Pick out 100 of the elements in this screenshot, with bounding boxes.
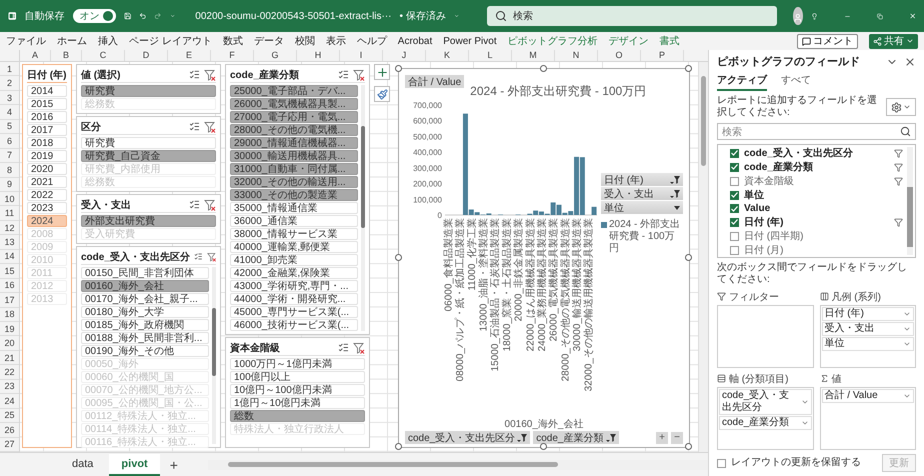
column-header[interactable]: E	[168, 50, 211, 61]
row-header[interactable]: 6	[0, 134, 19, 149]
column-header[interactable]: B	[51, 50, 82, 61]
row-header[interactable]: 16	[0, 278, 19, 294]
slicer-item[interactable]: 2017	[27, 124, 67, 136]
search-field[interactable]: 検索	[487, 6, 778, 26]
settings-button[interactable]	[886, 98, 916, 116]
row-header[interactable]: 22	[0, 365, 19, 380]
filter-dropdown-icon[interactable]	[606, 434, 616, 442]
row-header[interactable]: 11	[0, 206, 19, 221]
checkbox[interactable]	[730, 246, 739, 254]
scroll-bar[interactable]	[361, 85, 365, 331]
slicer-item[interactable]: 00150_民間_非営利団体	[81, 267, 209, 279]
ribbon-tab[interactable]: 挿入	[98, 34, 118, 48]
slicer-item[interactable]: 35000_情報通信業	[230, 202, 358, 214]
slicer-item[interactable]: 00160_海外_会社	[81, 280, 209, 292]
slicer-item[interactable]: 研究費	[81, 85, 216, 97]
ribbon-tab[interactable]: デザイン	[608, 34, 649, 48]
add-sheet-button[interactable]: +	[164, 456, 184, 472]
row-header[interactable]: 25	[0, 408, 19, 424]
row-header[interactable]: 1	[0, 62, 19, 76]
clear-filter-icon[interactable]	[204, 120, 216, 132]
column-header[interactable]: K	[426, 50, 469, 61]
sheet-tab[interactable]: pivot	[109, 454, 160, 476]
slicer-item[interactable]: 28000_その他の電気機...	[230, 124, 358, 136]
field-name[interactable]: 日付 (月)	[744, 243, 903, 257]
row-header[interactable]: 7	[0, 148, 19, 164]
multi-select-icon[interactable]	[189, 199, 200, 210]
area-field[interactable]: code_産業分類	[719, 416, 812, 430]
slicer-item[interactable]: 10億円～100億円未満	[230, 384, 365, 396]
search-field[interactable]: 検索	[717, 123, 916, 140]
row-header[interactable]: 18	[0, 308, 19, 322]
resize-handle[interactable]	[685, 65, 692, 72]
row-header[interactable]: 8	[0, 163, 19, 178]
multi-select-icon[interactable]	[189, 121, 200, 132]
row-header[interactable]: 9	[0, 178, 19, 192]
column-header[interactable]: J	[383, 50, 426, 61]
clear-filter-icon[interactable]	[353, 68, 365, 80]
area-field[interactable]: 受入・支出	[822, 322, 914, 336]
restore-icon[interactable]	[876, 10, 882, 22]
filter-icon[interactable]	[894, 176, 903, 186]
row-header[interactable]: 26	[0, 423, 19, 438]
slicer-item[interactable]: 00180_海外_大学	[81, 306, 209, 318]
ribbon-tab[interactable]: ファイル	[6, 34, 46, 48]
slicer-item[interactable]: 外部支出研究費	[81, 215, 216, 227]
slicer-item[interactable]: 2018	[27, 137, 67, 149]
checkbox[interactable]	[730, 148, 739, 158]
resize-handle[interactable]	[540, 443, 547, 450]
checkbox[interactable]	[730, 204, 739, 213]
slicer-item[interactable]: 25000_電子部品・デバ...	[230, 85, 358, 97]
clear-filter-icon[interactable]	[206, 250, 216, 262]
avatar-icon[interactable]	[793, 7, 803, 25]
column-header[interactable]: C	[82, 50, 125, 61]
slicer-item[interactable]: 100億円以上	[230, 371, 365, 383]
chart-styles-button[interactable]	[374, 86, 390, 102]
filter-dropdown-icon[interactable]	[670, 190, 680, 198]
pane-tab[interactable]: アクティブ	[717, 73, 767, 91]
checkbox[interactable]	[730, 190, 739, 200]
ribbon-tab[interactable]: 表示	[326, 34, 346, 48]
ribbon-tab[interactable]: ピボットグラフ分析	[508, 34, 598, 48]
ribbon-tab[interactable]: 数式	[222, 34, 243, 48]
chart-elements-button[interactable]	[374, 64, 390, 80]
clear-filter-icon[interactable]	[353, 342, 365, 354]
resize-handle[interactable]	[685, 254, 692, 261]
multi-select-icon[interactable]	[338, 69, 349, 80]
slicer-item[interactable]: 総数	[230, 410, 365, 422]
row-header[interactable]: 3	[0, 90, 19, 106]
field-name[interactable]: 資本金階級	[744, 174, 889, 188]
slicer-item[interactable]: 46000_技術サービス業(...	[230, 319, 358, 331]
checkbox[interactable]	[717, 458, 726, 468]
row-header[interactable]: 19	[0, 322, 19, 336]
ribbon-tab[interactable]: 校閲	[294, 34, 315, 48]
slicer-item[interactable]: 2016	[27, 111, 67, 123]
row-header[interactable]: 13	[0, 235, 19, 250]
row-header[interactable]: 24	[0, 394, 19, 409]
slicer-item[interactable]: 00170_海外_会社_親子...	[81, 293, 209, 305]
slicer-item[interactable]: 2019	[27, 150, 67, 162]
row-header[interactable]: 20	[0, 336, 19, 351]
slicer-item[interactable]: 2024	[27, 215, 67, 227]
filter-dropdown-icon[interactable]	[670, 176, 680, 184]
column-header[interactable]: H	[297, 50, 340, 61]
slicer-item[interactable]: 29000_情報通信機械器...	[230, 137, 358, 149]
slicer-item[interactable]: 2023	[27, 202, 67, 214]
checkbox[interactable]	[730, 162, 739, 172]
slicer-item[interactable]: 45000_専門サービス業(...	[230, 306, 358, 318]
axis-field-button[interactable]: code_産業分類	[533, 431, 618, 444]
slicer-item[interactable]: 2022	[27, 189, 67, 201]
multi-select-icon[interactable]	[194, 251, 203, 262]
slicer-item[interactable]: 43000_学術研究,専門・...	[230, 280, 358, 292]
row-header[interactable]: 14	[0, 250, 19, 264]
sheet-tab[interactable]: data	[60, 454, 106, 476]
column-header[interactable]: D	[125, 50, 168, 61]
value-field-button[interactable]: 合計 / Value	[405, 75, 464, 88]
ribbon-tab[interactable]: ページ レイアウト	[129, 34, 212, 48]
filter-icon[interactable]	[894, 162, 903, 172]
close-icon[interactable]	[904, 56, 916, 68]
scroll-bar[interactable]	[907, 147, 913, 255]
slicer-item[interactable]: 38000_情報サービス業	[230, 228, 358, 240]
ribbon-tab[interactable]: Power Pivot	[443, 36, 497, 46]
column-header[interactable]: P	[641, 50, 684, 61]
